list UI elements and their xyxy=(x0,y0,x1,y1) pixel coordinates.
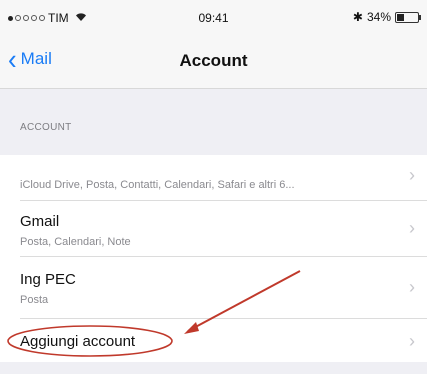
account-subtitle: Posta xyxy=(20,294,49,306)
account-row-ing-pec[interactable]: Ing PEC Posta › xyxy=(0,257,427,319)
account-title: Gmail xyxy=(20,213,60,230)
account-title: Ing PEC xyxy=(20,271,76,288)
bluetooth-icon: ✱ xyxy=(352,10,363,24)
bottom-background xyxy=(0,362,427,374)
account-subtitle: iCloud Drive, Posta, Contatti, Calendari… xyxy=(20,179,295,191)
status-right: ✱ 34% xyxy=(352,10,421,24)
page-title: Account xyxy=(179,51,248,70)
chevron-right-icon: › xyxy=(409,331,415,351)
account-row-icloud[interactable]: iCloud Drive, Posta, Contatti, Calendari… xyxy=(0,155,427,201)
add-account-row[interactable]: Aggiungi account › xyxy=(0,319,427,362)
section-header: ACCOUNT xyxy=(20,122,72,133)
navigation-bar: ‹ Mail Account xyxy=(0,36,427,89)
add-account-label: Aggiungi account xyxy=(20,333,136,350)
battery-icon xyxy=(395,11,421,23)
status-bar: TIM 09:41 ✱ 34% xyxy=(0,0,427,36)
account-subtitle: Posta, Calendari, Note xyxy=(20,236,131,248)
battery-percent: 34% xyxy=(366,10,391,24)
battery-fill xyxy=(397,13,404,21)
chevron-right-icon: › xyxy=(409,165,415,185)
chevron-right-icon: › xyxy=(409,218,415,238)
account-row-gmail[interactable]: Gmail Posta, Calendari, Note › xyxy=(0,201,427,257)
chevron-right-icon: › xyxy=(409,277,415,297)
